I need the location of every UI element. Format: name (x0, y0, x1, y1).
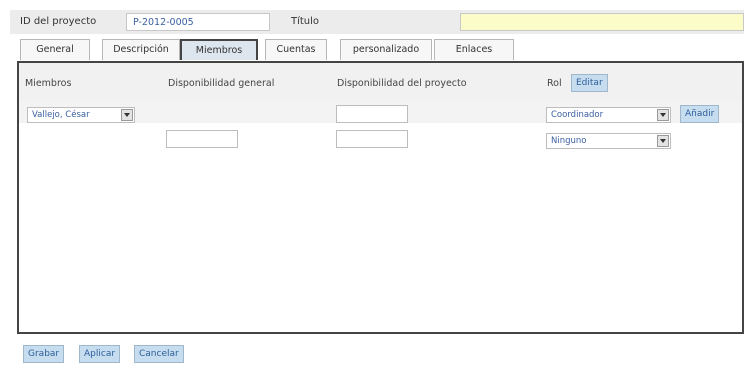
column-project-availability: Disponibilidad del proyecto (337, 78, 467, 89)
chevron-down-icon (657, 135, 669, 147)
project-id-field[interactable]: P-2012-0005 (126, 13, 270, 31)
edit-role-button[interactable]: Editar (571, 74, 608, 92)
cancel-button[interactable]: Cancelar (134, 345, 184, 363)
chevron-down-icon (657, 109, 669, 121)
tab-general[interactable]: General (20, 39, 90, 60)
member-select-value: Vallejo, César (32, 110, 90, 120)
tab-members[interactable]: Miembros (180, 39, 258, 60)
role-select[interactable]: Coordinador (546, 107, 671, 123)
column-general-availability: Disponibilidad general (168, 78, 275, 89)
add-member-button[interactable]: Añadir (680, 105, 720, 123)
column-members: Miembros (25, 78, 72, 89)
apply-button[interactable]: Aplicar (79, 345, 121, 363)
members-panel: Miembros Disponibilidad general Disponib… (17, 61, 744, 334)
title-label: Título (291, 16, 320, 27)
tab-description[interactable]: Descripción (102, 39, 180, 60)
member-select[interactable]: Vallejo, César (27, 107, 135, 123)
role-select-new-value: Ninguno (551, 136, 587, 146)
tab-links[interactable]: Enlaces (434, 39, 514, 60)
tab-accounts[interactable]: Cuentas (265, 39, 327, 60)
project-availability-input[interactable] (336, 105, 408, 123)
members-table-header: Miembros Disponibilidad general Disponib… (19, 63, 742, 101)
role-select-new[interactable]: Ninguno (546, 133, 671, 149)
project-header: ID del proyecto P-2012-0005 Título (10, 10, 744, 34)
save-button[interactable]: Grabar (23, 345, 65, 363)
project-id-label: ID del proyecto (20, 16, 97, 27)
title-input[interactable] (460, 13, 744, 31)
column-role: Rol (547, 78, 562, 89)
role-select-value: Coordinador (551, 110, 604, 120)
tab-custom[interactable]: personalizado (340, 39, 432, 60)
chevron-down-icon (121, 109, 133, 121)
general-availability-input[interactable] (166, 130, 238, 148)
project-availability-input-new[interactable] (336, 130, 408, 148)
